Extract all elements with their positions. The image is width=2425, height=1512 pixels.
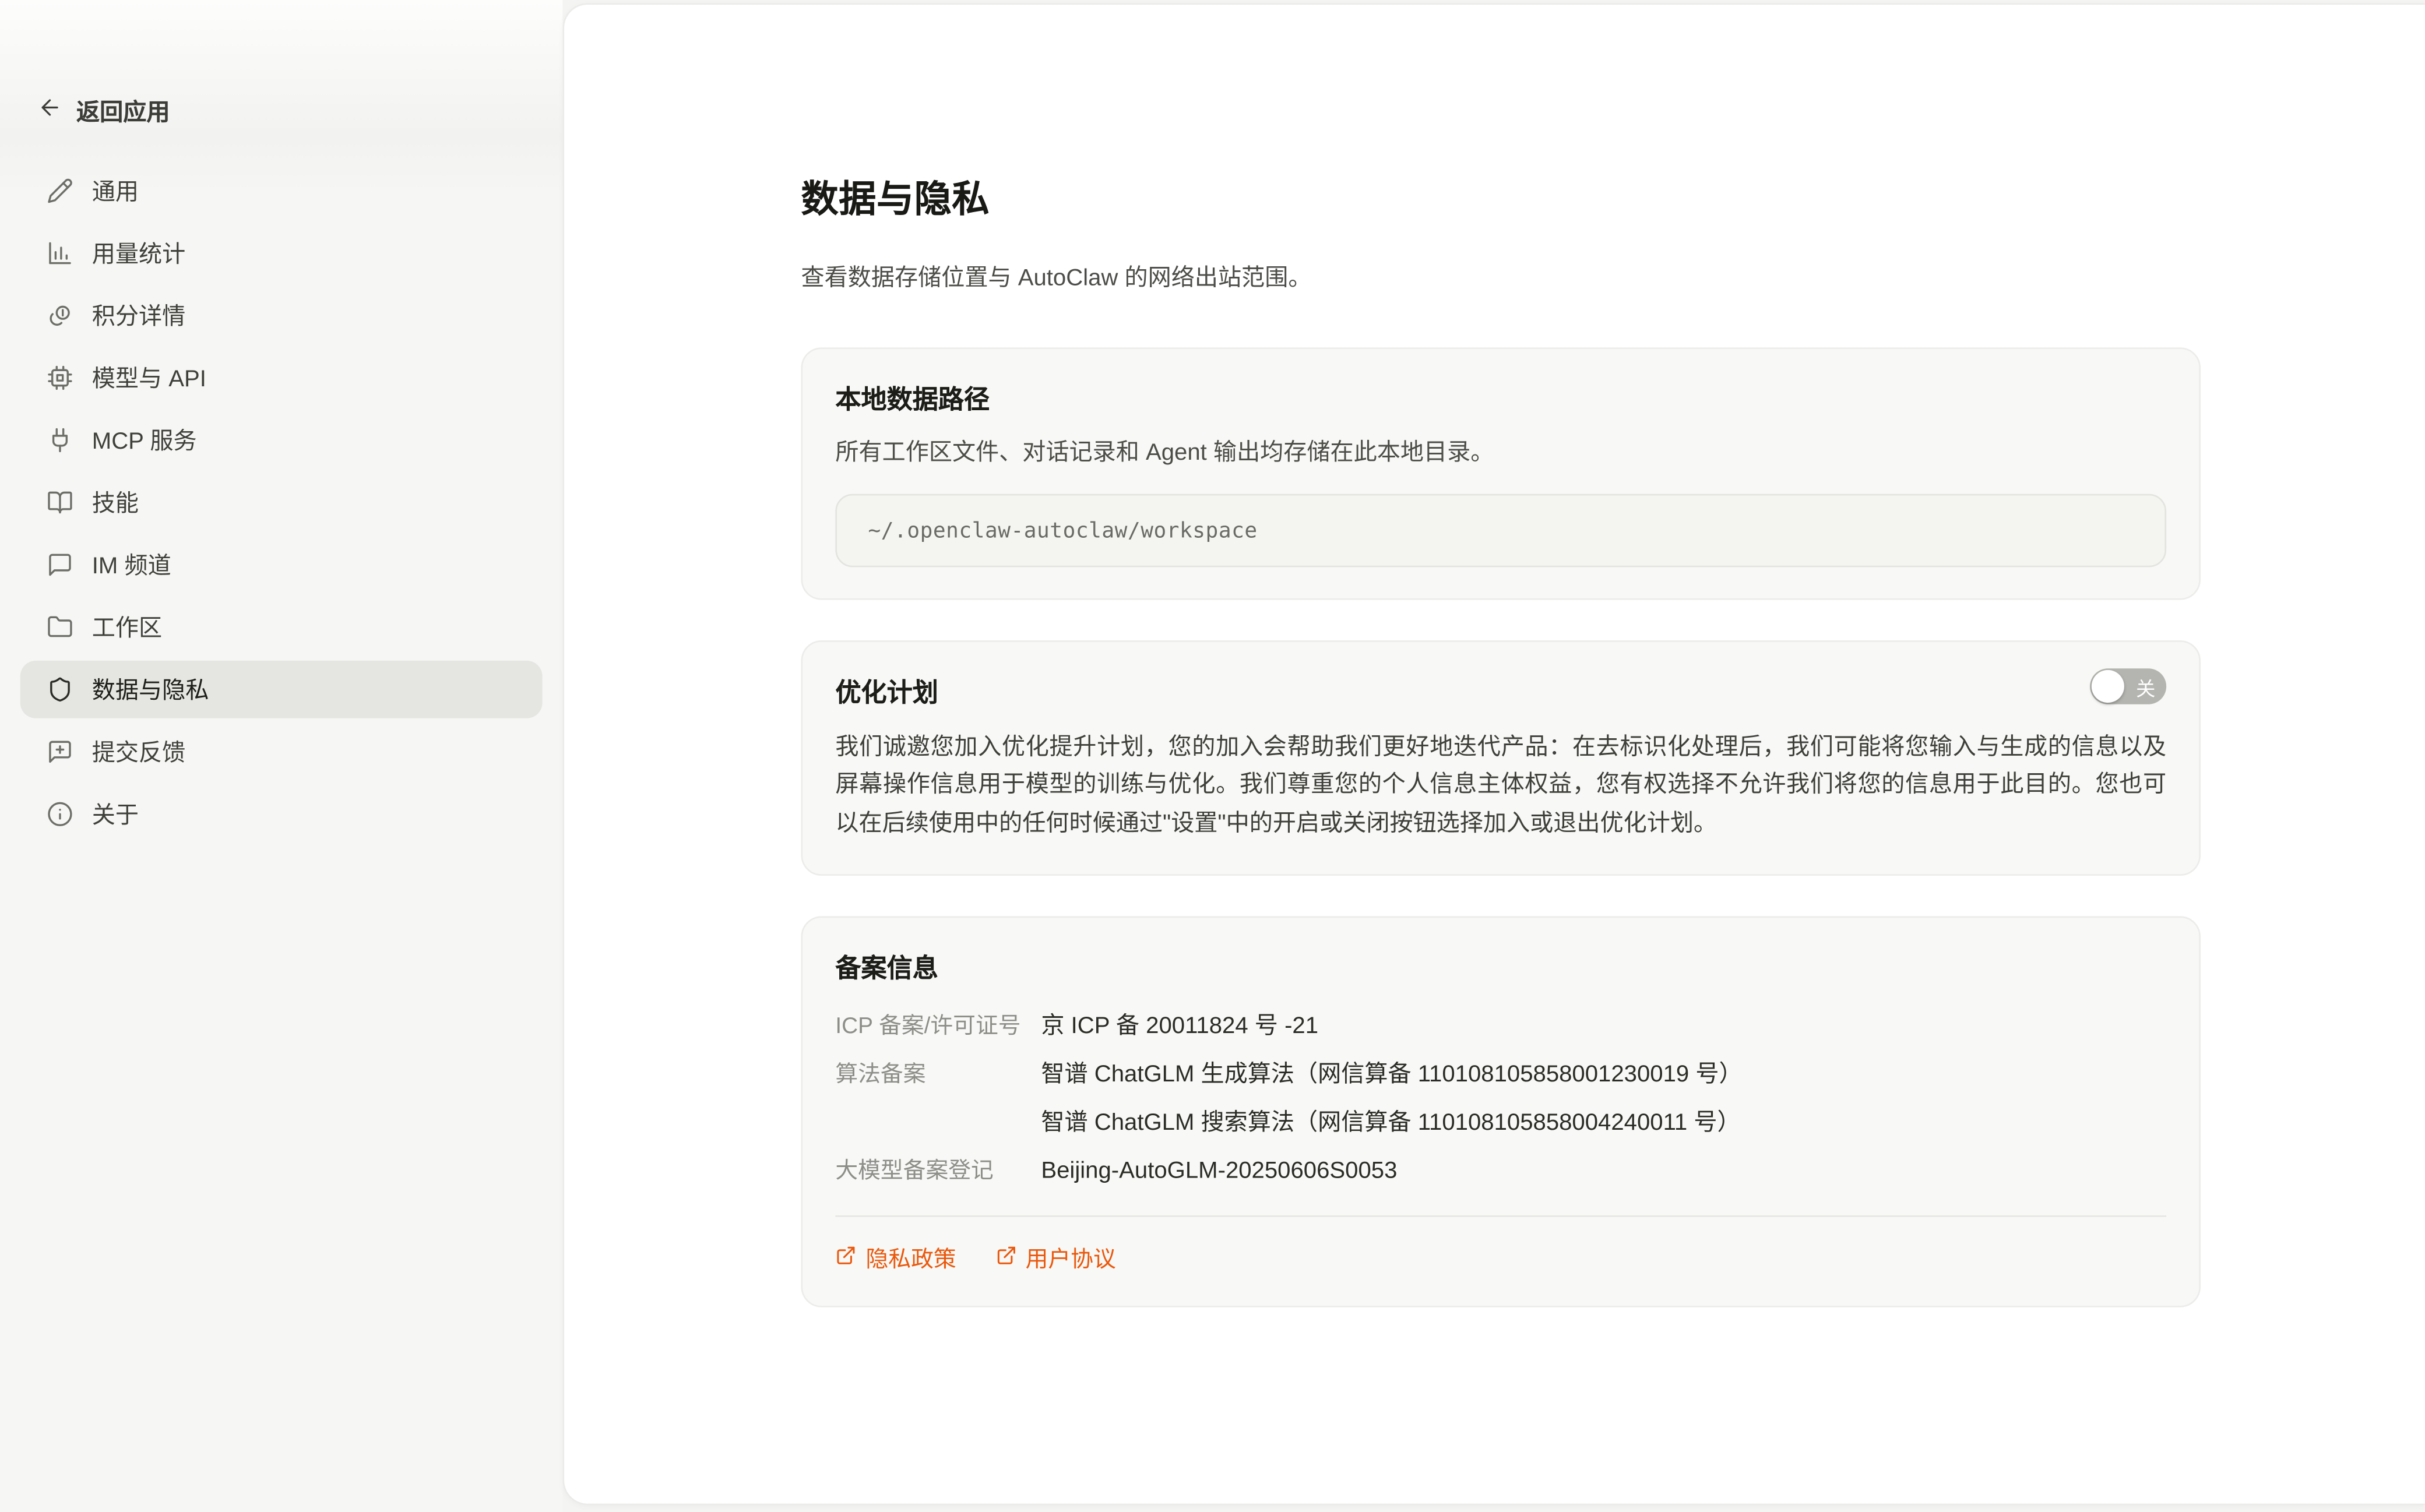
sidebar-item-label: 用量统计 bbox=[92, 237, 185, 269]
page-subtitle: 查看数据存储位置与 AutoClaw 的网络出站范围。 bbox=[801, 260, 2201, 293]
shield-icon bbox=[47, 676, 73, 703]
settings-window: 返回应用 通用 用量统计 积分详情 bbox=[0, 0, 2425, 1512]
back-to-app-label: 返回应用 bbox=[76, 94, 170, 127]
workspace-path-field[interactable]: ~/.openclaw-autoclaw/workspace bbox=[835, 494, 2166, 568]
sidebar-item-label: 技能 bbox=[92, 486, 139, 519]
filing-info-card: 备案信息 ICP 备案/许可证号 京 ICP 备 20011824 号 -21 … bbox=[801, 916, 2201, 1307]
book-open-icon bbox=[47, 489, 73, 516]
sidebar-nav: 通用 用量统计 积分详情 模型与 API bbox=[0, 162, 562, 843]
user-agreement-link[interactable]: 用户协议 bbox=[995, 1242, 1115, 1274]
privacy-policy-label: 隐私政策 bbox=[866, 1242, 956, 1274]
external-link-icon bbox=[835, 1245, 856, 1272]
sidebar-item-data-privacy[interactable]: 数据与隐私 bbox=[20, 661, 543, 718]
back-to-app-button[interactable]: 返回应用 bbox=[0, 90, 562, 131]
local-data-path-title: 本地数据路径 bbox=[835, 379, 2166, 416]
filing-row-value: Beijing-AutoGLM-20250606S0053 bbox=[1041, 1156, 2166, 1187]
filing-row-value: 京 ICP 备 20011824 号 -21 bbox=[1041, 1011, 2166, 1042]
filing-row-label: 算法备案 bbox=[835, 1059, 1041, 1090]
optimization-plan-toggle[interactable]: 关 bbox=[2090, 668, 2166, 704]
plug-icon bbox=[47, 427, 73, 453]
settings-sidebar: 返回应用 通用 用量统计 积分详情 bbox=[0, 0, 562, 1512]
sidebar-item-credits[interactable]: 积分详情 bbox=[20, 287, 543, 344]
toggle-knob bbox=[2092, 670, 2124, 703]
local-data-path-description: 所有工作区文件、对话记录和 Agent 输出均存储在此本地目录。 bbox=[835, 435, 2166, 467]
sidebar-item-label: MCP 服务 bbox=[92, 424, 197, 456]
cpu-icon bbox=[47, 365, 73, 391]
sidebar-item-general[interactable]: 通用 bbox=[20, 162, 543, 220]
sidebar-item-feedback[interactable]: 提交反馈 bbox=[20, 723, 543, 781]
sidebar-item-label: 数据与隐私 bbox=[92, 673, 209, 706]
sidebar-item-label: IM 频道 bbox=[92, 548, 171, 581]
policy-links: 隐私政策 用户协议 bbox=[835, 1242, 2166, 1274]
filing-row-value: 智谱 ChatGLM 生成算法（网信算备 1101081058580012300… bbox=[1041, 1059, 2166, 1090]
optimization-plan-card: 优化计划 关 我们诚邀您加入优化提升计划，您的加入会帮助我们更好地迭代产品：在去… bbox=[801, 640, 2201, 876]
sidebar-item-label: 通用 bbox=[92, 175, 139, 207]
folder-icon bbox=[47, 614, 73, 640]
sidebar-item-workspace[interactable]: 工作区 bbox=[20, 598, 543, 656]
coins-icon bbox=[47, 302, 73, 329]
main-panel: 数据与隐私 查看数据存储位置与 AutoClaw 的网络出站范围。 本地数据路径… bbox=[562, 3, 2425, 1504]
sidebar-item-label: 积分详情 bbox=[92, 299, 185, 332]
sidebar-item-mcp-services[interactable]: MCP 服务 bbox=[20, 411, 543, 469]
toggle-state-label: 关 bbox=[2136, 672, 2155, 702]
sidebar-item-label: 工作区 bbox=[92, 611, 162, 643]
privacy-policy-link[interactable]: 隐私政策 bbox=[835, 1242, 956, 1274]
filing-row-label bbox=[835, 1108, 1041, 1139]
sidebar-item-im-channels[interactable]: IM 频道 bbox=[20, 536, 543, 594]
sidebar-item-models-api[interactable]: 模型与 API bbox=[20, 349, 543, 407]
optimization-plan-description: 我们诚邀您加入优化提升计划，您的加入会帮助我们更好地迭代产品：在去标识化处理后，… bbox=[835, 729, 2166, 843]
data-privacy-page: 数据与隐私 查看数据存储位置与 AutoClaw 的网络出站范围。 本地数据路径… bbox=[801, 5, 2201, 1307]
arrow-left-icon bbox=[37, 95, 62, 126]
local-data-path-card: 本地数据路径 所有工作区文件、对话记录和 Agent 输出均存储在此本地目录。 … bbox=[801, 347, 2201, 600]
info-icon bbox=[47, 801, 73, 827]
sidebar-item-about[interactable]: 关于 bbox=[20, 785, 543, 843]
message-square-icon bbox=[47, 552, 73, 578]
sidebar-item-label: 关于 bbox=[92, 798, 139, 830]
message-plus-icon bbox=[47, 739, 73, 765]
sidebar-item-skills[interactable]: 技能 bbox=[20, 474, 543, 531]
sidebar-item-usage-stats[interactable]: 用量统计 bbox=[20, 224, 543, 282]
filing-row-label: ICP 备案/许可证号 bbox=[835, 1011, 1041, 1042]
external-link-icon bbox=[995, 1245, 1016, 1272]
filing-row-value: 智谱 ChatGLM 搜索算法（网信算备 1101081058580042400… bbox=[1041, 1108, 2166, 1139]
bar-chart-icon bbox=[47, 240, 73, 266]
optimization-plan-title: 优化计划 bbox=[835, 672, 938, 709]
page-title: 数据与隐私 bbox=[801, 168, 2201, 223]
filing-rows: ICP 备案/许可证号 京 ICP 备 20011824 号 -21 算法备案 … bbox=[835, 1011, 2166, 1187]
sidebar-item-label: 提交反馈 bbox=[92, 735, 185, 768]
sidebar-item-label: 模型与 API bbox=[92, 361, 206, 394]
filing-row-label: 大模型备案登记 bbox=[835, 1156, 1041, 1187]
divider bbox=[835, 1215, 2166, 1217]
user-agreement-label: 用户协议 bbox=[1026, 1242, 1116, 1274]
pencil-icon bbox=[47, 178, 73, 204]
filing-info-title: 备案信息 bbox=[835, 947, 2166, 985]
